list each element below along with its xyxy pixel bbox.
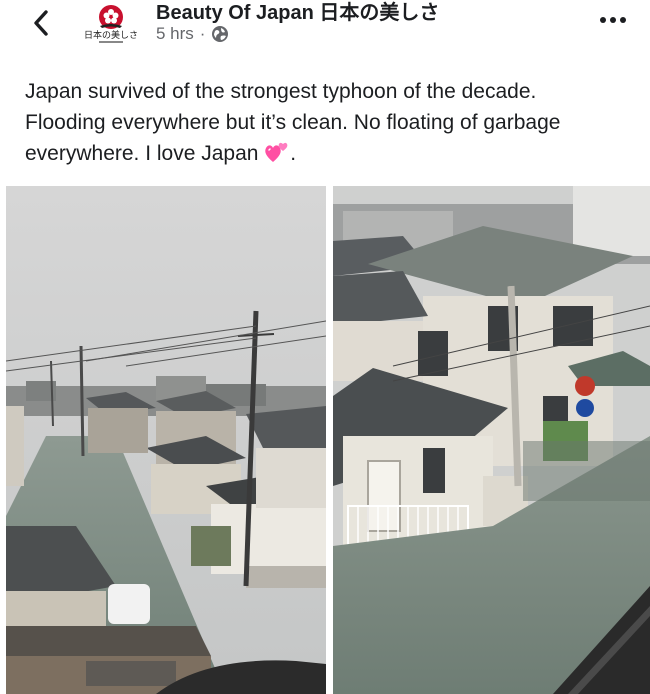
post-header: 日本の美しさ Beauty Of Japan 日本の美しさ 5 hrs · <box>0 0 650 56</box>
more-options-icon[interactable] <box>598 12 628 28</box>
timestamp[interactable]: 5 hrs <box>156 24 194 44</box>
page-logo-icon: 日本の美しさ <box>80 0 142 50</box>
flooded-house-photo[interactable] <box>333 186 650 694</box>
two-hearts-emoji-icon <box>265 142 288 162</box>
post-text-line: Flooding everywhere but it’s clean. No f… <box>25 111 561 134</box>
page-name-link[interactable]: Beauty Of Japan 日本の美しさ <box>156 0 439 25</box>
post-text-fragment: . <box>290 142 297 165</box>
post-text: Japan survived of the strongest typhoon … <box>25 76 625 169</box>
meta-separator: · <box>199 24 206 43</box>
flooded-street-photo[interactable] <box>6 186 326 694</box>
globe-icon <box>212 26 229 42</box>
back-arrow-icon[interactable] <box>28 6 56 40</box>
post-text-line: everywhere. I love Japan . <box>25 138 625 169</box>
post-meta: 5 hrs · <box>156 24 229 44</box>
post-text-line: Japan survived of the strongest typhoon … <box>25 80 537 103</box>
avatar-caption: 日本の美しさ <box>84 29 138 41</box>
avatar[interactable]: 日本の美しさ <box>80 0 142 50</box>
post-text-fragment: everywhere. I love Japan <box>25 142 265 165</box>
